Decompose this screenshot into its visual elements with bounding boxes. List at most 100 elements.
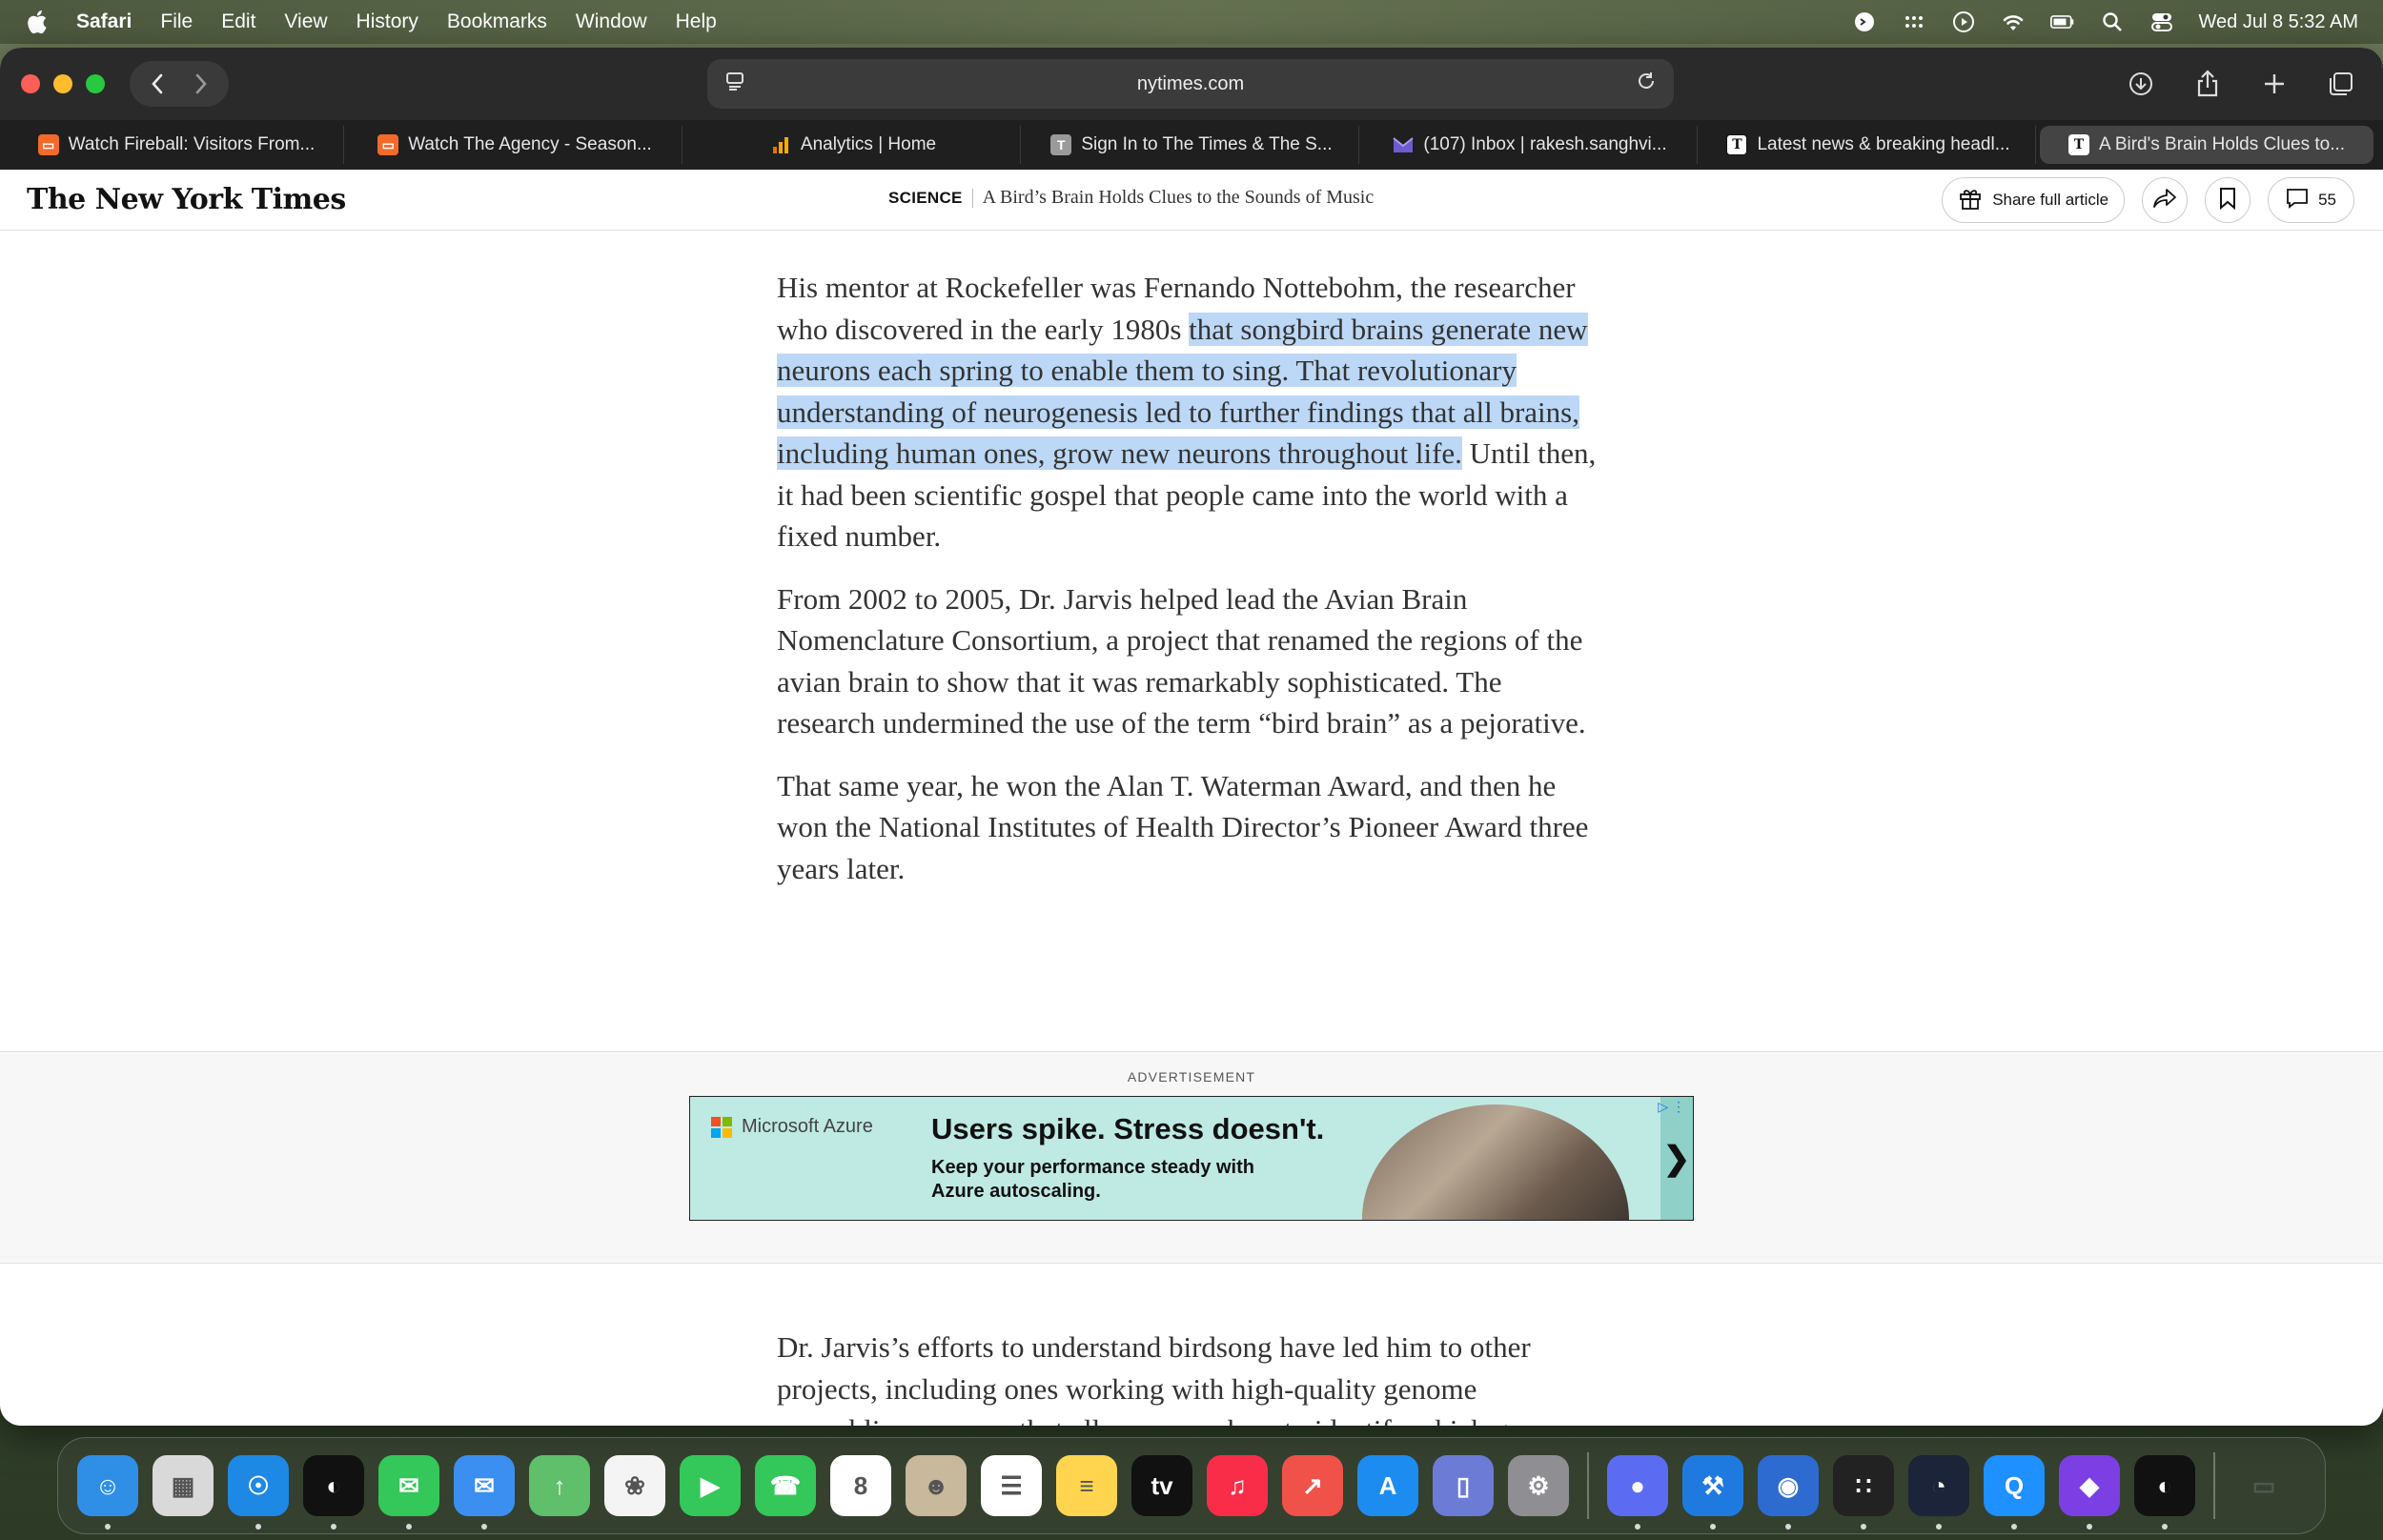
bookmark-icon [2219, 187, 2236, 214]
speedtest-icon[interactable]: ◔ [1908, 1455, 1969, 1530]
tab-overview-icon[interactable] [2318, 61, 2364, 107]
ad-brand-name: Microsoft Azure [742, 1116, 873, 1137]
tab-birds-brain[interactable]: T A Bird's Brain Holds Clues to... [2040, 126, 2373, 164]
running-indicator [1936, 1524, 1942, 1530]
comments-count: 55 [2318, 191, 2336, 209]
minimize-window-button[interactable] [53, 74, 72, 93]
section-label[interactable]: SCIENCE [888, 189, 963, 208]
finder-icon[interactable]: ☺ [77, 1455, 138, 1530]
q-app-icon[interactable]: Q [1984, 1455, 2045, 1530]
tab-label: Analytics | Home [800, 134, 937, 154]
chat-app-icon[interactable]: ● [1607, 1455, 1668, 1530]
tab-sign-in-times[interactable]: T Sign In to The Times & The S... [1025, 126, 1359, 164]
article-paragraph: Dr. Jarvis’s efforts to understand birds… [777, 1330, 1560, 1426]
ad-subline: Keep your performance steady with Azure … [931, 1157, 1254, 1202]
mail-icon[interactable]: ✉ [454, 1455, 515, 1530]
article-paragraph: His mentor at Rockefeller was Fernando N… [777, 267, 1597, 557]
contacts-icon[interactable]: ☻ [906, 1455, 967, 1516]
play-status-icon[interactable] [1951, 10, 1976, 34]
running-indicator [1785, 1524, 1791, 1530]
nyt-logo[interactable]: The New York Times [27, 183, 346, 216]
menu-bookmarks[interactable]: Bookmarks [447, 10, 547, 33]
launchpad-icon[interactable]: ▦ [153, 1455, 214, 1516]
ad-next-button[interactable]: ❯ [1660, 1097, 1693, 1220]
zoom-window-button[interactable] [86, 74, 105, 93]
back-button[interactable] [139, 66, 175, 102]
ad-choices-icon[interactable]: ▷ ⋮ [1658, 1099, 1685, 1115]
advertisement-section: ADVERTISEMENT Microsoft Azure Users spik… [0, 1051, 2383, 1264]
system-settings-icon[interactable]: ⚙ [1508, 1455, 1569, 1516]
ad-photo [1362, 1104, 1629, 1220]
dots-grid-status-icon[interactable] [1902, 10, 1926, 34]
xcode-icon[interactable]: ⚒ [1682, 1455, 1743, 1530]
azure-ad-banner[interactable]: Microsoft Azure Users spike. Stress does… [689, 1096, 1694, 1221]
menu-edit[interactable]: Edit [221, 10, 255, 33]
podcast-app-2-icon[interactable]: ◐ [2134, 1455, 2195, 1530]
downloads-icon[interactable] [2118, 61, 2164, 107]
menu-window[interactable]: Window [576, 10, 647, 33]
control-center-icon[interactable] [2149, 10, 2174, 34]
tab-label: A Bird's Brain Holds Clues to... [2098, 134, 2346, 154]
tab-inbox[interactable]: (107) Inbox | rakesh.sanghvi... [1363, 126, 1698, 164]
tab-watch-fireball[interactable]: ▭ Watch Fireball: Visitors From... [10, 126, 344, 164]
spotlight-search-icon[interactable] [2100, 10, 2125, 34]
battery-icon[interactable] [2049, 10, 2075, 34]
menu-view[interactable]: View [284, 10, 327, 33]
database-app-icon[interactable]: ◉ [1758, 1455, 1819, 1530]
facetime-icon[interactable]: ▶ [680, 1455, 741, 1516]
rocket-app-icon[interactable]: ↗ [1282, 1455, 1343, 1516]
chat-status-icon[interactable] [1852, 10, 1877, 34]
running-indicator [2011, 1524, 2017, 1530]
running-indicator [481, 1524, 487, 1530]
tab-label: (107) Inbox | rakesh.sanghvi... [1423, 134, 1667, 154]
share-full-article-button[interactable]: Share full article [1942, 177, 2126, 223]
podcast-app-icon[interactable]: ◐ [303, 1455, 364, 1530]
menu-app-name[interactable]: Safari [76, 10, 132, 33]
wifi-icon[interactable] [2001, 10, 2026, 34]
grid-app-icon[interactable]: ∷ [1833, 1455, 1894, 1530]
nav-buttons [130, 61, 229, 107]
browser-toolbar: nytimes.com [0, 48, 2383, 120]
page-menu-icon[interactable] [724, 71, 745, 97]
reload-icon[interactable] [1636, 71, 1657, 97]
app-store-icon[interactable]: A [1357, 1455, 1418, 1516]
menu-clock[interactable]: Wed Jul 8 5:32 AM [2199, 11, 2359, 33]
mail-icon [1393, 134, 1414, 155]
tab-label: Watch The Agency - Season... [408, 134, 652, 154]
menu-help[interactable]: Help [676, 10, 717, 33]
apple-tv-icon[interactable]: tv [1131, 1455, 1192, 1516]
running-indicator [105, 1524, 111, 1530]
apple-menu-icon[interactable] [25, 10, 48, 34]
dock-separator [2213, 1452, 2215, 1519]
nyt-header: The New York Times SCIENCE A Bird’s Brai… [0, 170, 2383, 231]
share-icon[interactable] [2185, 61, 2230, 107]
running-indicator [331, 1524, 336, 1530]
menu-history[interactable]: History [356, 10, 418, 33]
github-desktop-icon[interactable]: ◆ [2059, 1455, 2120, 1530]
trash-icon[interactable]: ▭ [2233, 1455, 2294, 1516]
url-text[interactable]: nytimes.com [745, 73, 1636, 95]
close-window-button[interactable] [21, 74, 40, 93]
new-tab-icon[interactable] [2251, 61, 2297, 107]
forward-button[interactable] [183, 66, 219, 102]
photos-icon[interactable]: ❀ [604, 1455, 665, 1516]
safari-icon[interactable]: ☉ [228, 1455, 289, 1530]
reminders-icon[interactable]: ☰ [981, 1455, 1042, 1516]
address-bar[interactable]: nytimes.com [707, 59, 1674, 109]
ad-brand: Microsoft Azure [711, 1116, 873, 1138]
share-button[interactable] [2142, 177, 2189, 223]
menu-file[interactable]: File [160, 10, 193, 33]
calendar-icon[interactable]: 8 [830, 1455, 891, 1516]
music-icon[interactable]: ♫ [1207, 1455, 1268, 1516]
simulator-icon[interactable]: ▯ [1433, 1455, 1494, 1516]
tab-analytics[interactable]: Analytics | Home [686, 126, 1021, 164]
tab-watch-the-agency[interactable]: ▭ Watch The Agency - Season... [348, 126, 682, 164]
notes-icon[interactable]: ≡ [1056, 1455, 1117, 1516]
phone-icon[interactable]: ☎ [755, 1455, 816, 1516]
comments-button[interactable]: 55 [2268, 177, 2354, 223]
bookmark-button[interactable] [2205, 177, 2251, 223]
maps-icon[interactable]: ↑ [529, 1455, 590, 1516]
tab-latest-news[interactable]: T Latest news & breaking headl... [1701, 126, 2036, 164]
running-indicator [2087, 1524, 2092, 1530]
messages-icon[interactable]: ✉ [378, 1455, 439, 1530]
